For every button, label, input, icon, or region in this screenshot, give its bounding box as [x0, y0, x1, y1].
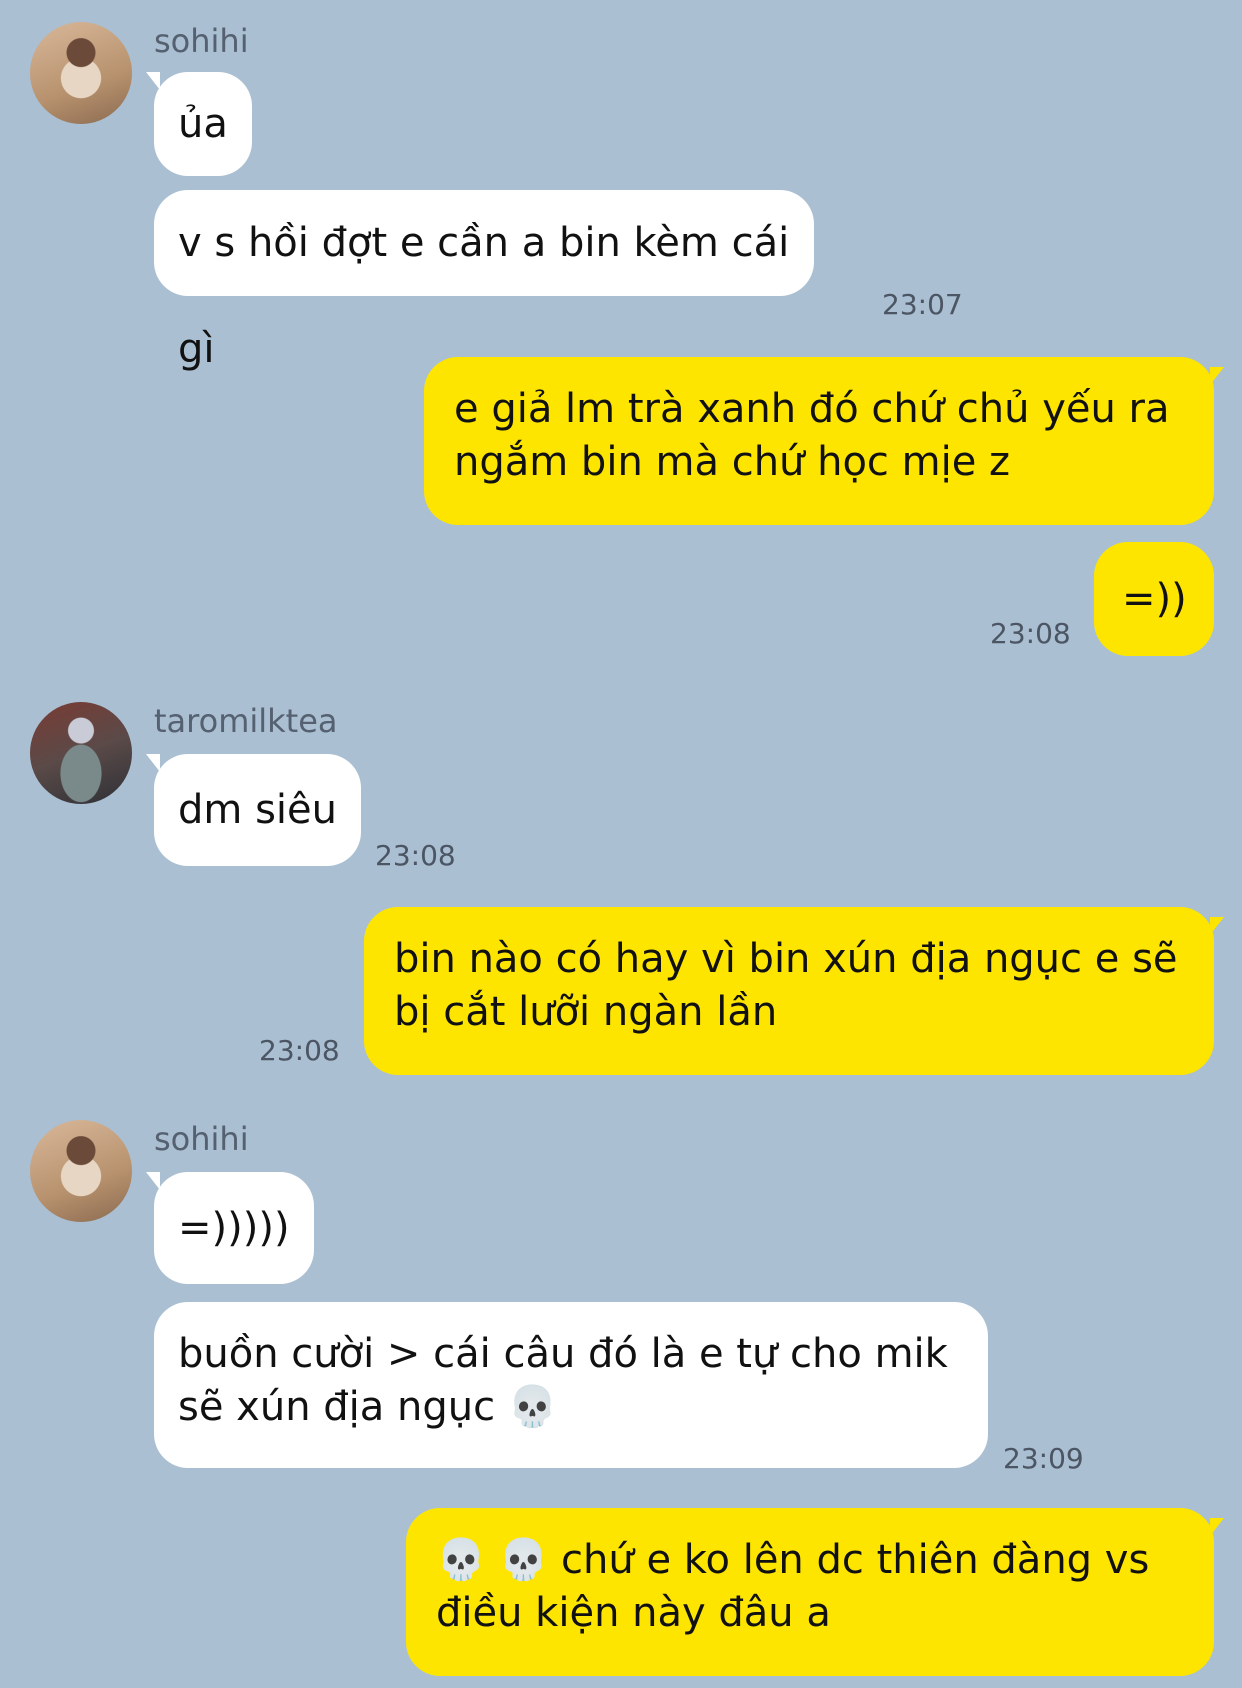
message-bubble[interactable]: bin nào có hay vì bin xún địa ngục e sẽ … [364, 907, 1224, 1075]
avatar-sohihi[interactable] [30, 22, 132, 124]
message-text: v s hồi đợt e cần a bin kèm cái gì [178, 220, 790, 372]
message-text: ủa [178, 101, 228, 147]
message-bubble[interactable]: =))))) [146, 1172, 314, 1284]
message-timestamp: 23:07 [882, 288, 963, 321]
sender-name: sohihi [154, 22, 249, 60]
message-text: chứ e ko lên dc thiên đàng vs [561, 1537, 1150, 1583]
message-bubble[interactable]: 💀 💀 chứ e ko lên dc thiên đàng vs điều k… [406, 1508, 1224, 1676]
message-bubble[interactable]: buồn cười > cái câu đó là e tự cho mik s… [154, 1302, 988, 1468]
avatar-sohihi[interactable] [30, 1120, 132, 1222]
message-text: =)) [1122, 576, 1187, 622]
message-text: buồn cười > cái câu đó là e tự cho mik [178, 1331, 948, 1377]
message-text: bin nào có hay vì bin xún địa ngục e sẽ [394, 936, 1178, 982]
sender-name: taromilktea [154, 702, 338, 740]
message-text: sẽ xún địa ngục [178, 1384, 496, 1430]
message-timestamp: 23:08 [375, 839, 456, 872]
avatar-taromilktea[interactable] [30, 702, 132, 804]
message-bubble[interactable]: ủa [146, 72, 252, 176]
message-timestamp: 23:08 [259, 1034, 340, 1067]
message-text: =))))) [178, 1205, 290, 1251]
message-bubble[interactable]: dm siêu [146, 754, 361, 866]
skull-icon: 💀 💀 [436, 1537, 549, 1583]
message-text: dm siêu [178, 787, 337, 833]
message-text: ngắm bin mà chứ học mịe z [454, 439, 1011, 485]
message-timestamp: 23:08 [990, 617, 1071, 650]
message-bubble[interactable]: e giả lm trà xanh đó chứ chủ yếu ra ngắm… [424, 357, 1224, 525]
message-text: điều kiện này đâu a [436, 1590, 831, 1636]
sender-name: sohihi [154, 1120, 249, 1158]
message-text: e giả lm trà xanh đó chứ chủ yếu ra [454, 386, 1170, 432]
skull-icon: 💀 [507, 1384, 558, 1430]
message-timestamp: 23:09 [1003, 1442, 1084, 1475]
message-bubble[interactable]: =)) [1094, 542, 1214, 656]
message-text: bị cắt lưỡi ngàn lần [394, 989, 778, 1035]
message-bubble[interactable]: v s hồi đợt e cần a bin kèm cái gì [154, 190, 814, 372]
